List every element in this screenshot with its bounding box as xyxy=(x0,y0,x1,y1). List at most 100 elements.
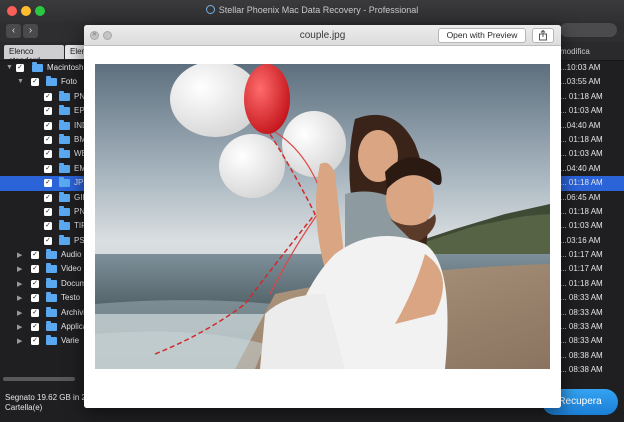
tree-row[interactable]: ▶ ✓ Video xyxy=(0,262,84,276)
tree-row[interactable]: ✓ TIFF xyxy=(0,219,84,233)
status-text: Segnato 19.62 GB in 2 Cartella(e) xyxy=(5,393,86,413)
checkbox[interactable]: ✓ xyxy=(31,337,39,346)
tree-row[interactable]: ✓ INDD xyxy=(0,119,84,133)
modified-date-cell: ... 01:03 AM xyxy=(560,221,603,231)
modified-date-cell: ... 08:33 AM xyxy=(560,336,603,346)
folder-icon xyxy=(59,119,70,130)
checkbox[interactable]: ✓ xyxy=(31,251,39,260)
disclosure-closed-icon[interactable]: ▶ xyxy=(17,309,22,317)
tree-row[interactable]: ▶ ✓ Archivio xyxy=(0,306,84,320)
checkbox[interactable]: ✓ xyxy=(44,207,52,216)
title-bar: Stellar Phoenix Mac Data Recovery - Prof… xyxy=(0,0,624,22)
status-line-selected: Segnato 19.62 GB in 2 xyxy=(5,393,86,402)
modified-date-cell: ... 01:18 AM xyxy=(560,134,603,144)
tree-row[interactable]: ✓ PNG xyxy=(0,90,84,104)
tree-row-label: BMP xyxy=(74,134,84,144)
checkbox[interactable]: ✓ xyxy=(44,107,52,116)
disclosure-closed-icon[interactable]: ▶ xyxy=(17,280,22,288)
disclosure-open-icon[interactable]: ▼ xyxy=(17,78,24,85)
folder-icon xyxy=(46,306,57,317)
disclosure-closed-icon[interactable]: ▶ xyxy=(17,265,22,273)
tree-row[interactable]: ▼ ✓ Foto xyxy=(0,75,84,89)
modified-date-cell: ... 08:33 AM xyxy=(560,307,603,317)
modified-date-cell: ... 01:03 AM xyxy=(560,106,603,116)
checkbox[interactable]: ✓ xyxy=(44,92,52,101)
folder-icon xyxy=(32,62,43,72)
tree-row-label: Archivio xyxy=(61,307,84,317)
checkbox[interactable]: ✓ xyxy=(44,150,52,159)
modified-date-cell: ...04:40 AM xyxy=(560,163,601,173)
disclosure-closed-icon[interactable]: ▶ xyxy=(17,337,22,345)
checkbox[interactable]: ✓ xyxy=(31,78,39,87)
checkbox[interactable]: ✓ xyxy=(31,265,39,274)
checkbox[interactable]: ✓ xyxy=(31,308,39,317)
couple-photo xyxy=(95,64,550,369)
tree-row[interactable]: ✓ EMF xyxy=(0,162,84,176)
tree-row-label: Foto xyxy=(61,77,78,87)
tree-row[interactable]: ▶ ✓ Documenti xyxy=(0,277,84,291)
disclosure-closed-icon[interactable]: ▶ xyxy=(17,251,22,259)
checkbox[interactable]: ✓ xyxy=(44,193,52,202)
tree-row-label: INDD xyxy=(74,120,84,130)
folder-icon xyxy=(46,76,57,87)
tree-row[interactable]: ✓ GIF xyxy=(0,191,84,205)
disclosure-closed-icon[interactable]: ▶ xyxy=(17,294,22,302)
column-header-modified[interactable]: modifica xyxy=(560,47,590,56)
modified-date-cell: ... 01:18 AM xyxy=(560,91,603,101)
modified-date-cell: ... 08:33 AM xyxy=(560,322,603,332)
disclosure-open-icon[interactable]: ▼ xyxy=(6,64,13,71)
preview-window: ✕ couple.jpg Open with Preview xyxy=(84,25,561,408)
status-line-folders: Cartella(e) xyxy=(5,403,43,412)
tree-row[interactable]: ▶ ✓ Varie xyxy=(0,334,84,348)
checkbox[interactable]: ✓ xyxy=(44,121,52,130)
tree-row[interactable]: ▶ ✓ Testo xyxy=(0,291,84,305)
tab-standard-list[interactable]: Elenco standard xyxy=(4,45,64,65)
checkbox[interactable]: ✓ xyxy=(31,294,39,303)
tree-row[interactable]: ✓ BMP xyxy=(0,133,84,147)
checkbox[interactable]: ✓ xyxy=(44,179,52,188)
folder-icon xyxy=(59,105,70,116)
tree-row-label: Testo xyxy=(61,293,81,303)
tree-row[interactable]: ▼✓ Macintosh HD xyxy=(0,61,84,75)
app-window: Stellar Phoenix Mac Data Recovery - Prof… xyxy=(0,0,624,422)
share-button[interactable] xyxy=(532,28,554,43)
modified-date-column: ...10:03 AM ...03:55 AM ... 01:18 AM ... 01… xyxy=(557,61,624,378)
modified-date-cell: ...03:16 AM xyxy=(560,235,601,245)
window-title: Stellar Phoenix Mac Data Recovery - Prof… xyxy=(0,5,624,15)
tree-row[interactable]: ✓ JPEG xyxy=(0,176,84,191)
folder-icon xyxy=(59,220,70,231)
folder-icon xyxy=(46,335,57,346)
folder-icon xyxy=(59,162,70,173)
tree-row[interactable]: ▶ ✓ Applicazioni xyxy=(0,320,84,334)
modified-date-cell: ...04:40 AM xyxy=(560,120,601,130)
tree-row-label: EMF xyxy=(74,163,84,173)
tree-row-label: GIF xyxy=(74,192,84,202)
chevron-left-icon[interactable]: ‹ xyxy=(6,24,21,38)
tree-row[interactable]: ✓ EPS xyxy=(0,104,84,118)
tree-row[interactable]: ✓ PNG xyxy=(0,205,84,219)
tree-row-label: Documenti xyxy=(61,278,84,288)
tree-row-label: Applicazioni xyxy=(61,322,84,332)
tree-row[interactable]: ✓ WEBP xyxy=(0,147,84,161)
checkbox[interactable]: ✓ xyxy=(44,164,52,173)
folder-tree: ▼✓Macintosh HD▼✓Foto✓PNG✓EPS✓INDD✓BMP✓WE… xyxy=(0,61,84,378)
tree-row-label: PNG xyxy=(74,91,84,101)
checkbox[interactable]: ✓ xyxy=(44,135,52,144)
modified-date-cell: ...03:55 AM xyxy=(560,77,601,87)
open-with-preview-button[interactable]: Open with Preview xyxy=(438,28,526,43)
share-icon xyxy=(539,29,547,41)
modified-date-cell: ... 08:33 AM xyxy=(560,293,603,303)
tree-row-label: Macintosh HD xyxy=(47,63,84,72)
checkbox[interactable]: ✓ xyxy=(44,222,52,231)
folder-icon xyxy=(59,177,70,188)
horizontal-scrollbar[interactable] xyxy=(3,377,75,381)
disclosure-closed-icon[interactable]: ▶ xyxy=(17,323,22,331)
checkbox[interactable]: ✓ xyxy=(16,64,24,72)
tree-row[interactable]: ✓ PSD xyxy=(0,234,84,248)
search-input[interactable] xyxy=(560,23,617,37)
checkbox[interactable]: ✓ xyxy=(31,279,39,288)
chevron-right-icon[interactable]: › xyxy=(23,24,38,38)
checkbox[interactable]: ✓ xyxy=(31,323,39,332)
checkbox[interactable]: ✓ xyxy=(44,236,52,245)
tree-row[interactable]: ▶ ✓ Audio xyxy=(0,248,84,262)
